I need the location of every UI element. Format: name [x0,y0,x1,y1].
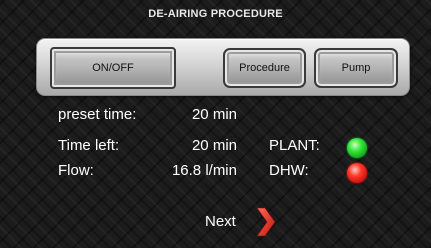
pump-button[interactable]: Pump [314,48,398,88]
next-button[interactable]: Next [200,206,280,238]
chevron-right-icon [256,207,276,237]
control-panel: ON/OFF Procedure Pump [36,38,410,96]
preset-time-label: preset time: [58,106,137,123]
page-title: DE-AIRING PROCEDURE [148,8,283,20]
time-left-value: 20 min [191,137,237,154]
time-left-label: Time left: [58,137,120,154]
preset-time-value: 20 min [191,106,237,123]
flow-value: 16.8 l/min [171,162,237,179]
onoff-button[interactable]: ON/OFF [50,47,176,89]
procedure-button[interactable]: Procedure [223,48,306,88]
flow-label: Flow: [58,162,94,179]
de-airing-screen: DE-AIRING PROCEDURE ON/OFF Procedure Pum… [0,0,431,248]
plant-label: PLANT: [269,137,320,154]
dhw-label: DHW: [269,162,309,179]
dhw-status-indicator [347,163,367,183]
next-label: Next [205,213,236,230]
plant-status-indicator [347,138,367,158]
